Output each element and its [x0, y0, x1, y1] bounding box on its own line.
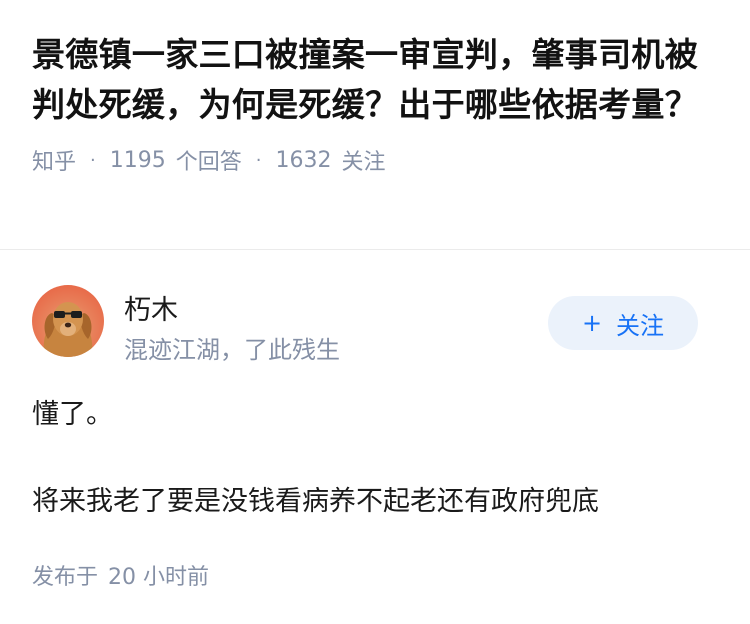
question-header: 景德镇一家三口被撞案一审宣判，肇事司机被判处死缓，为何是死缓？出于哪些依据考量？…: [0, 0, 750, 176]
author-name[interactable]: 朽木: [124, 288, 178, 327]
answer-count[interactable]: 1195: [110, 148, 166, 173]
dog-with-sunglasses-avatar-icon: [43, 302, 93, 357]
author-row: 朽木 混迹江湖，了此残生 + 关注: [0, 250, 750, 380]
answer-count-label[interactable]: 个回答: [176, 144, 242, 176]
meta-separator: ·: [255, 149, 262, 171]
answer-card: 朽木 混迹江湖，了此残生 + 关注 懂了。 将来我老了要是没钱看病养不起老还有政…: [0, 250, 750, 590]
follow-count-label[interactable]: 关注: [342, 144, 386, 176]
publish-time-value: 20 小时前: [108, 565, 210, 590]
meta-separator: ·: [90, 149, 96, 171]
source-label[interactable]: 知乎: [32, 144, 76, 176]
question-title[interactable]: 景德镇一家三口被撞案一审宣判，肇事司机被判处死缓，为何是死缓？出于哪些依据考量？: [32, 30, 720, 130]
follow-button[interactable]: + 关注: [548, 296, 698, 350]
follow-count[interactable]: 1632: [276, 148, 332, 173]
answer-paragraph: 将来我老了要是没钱看病养不起老还有政府兜底: [32, 486, 599, 517]
plus-icon: +: [581, 309, 603, 337]
follow-button-label: 关注: [616, 311, 665, 340]
question-meta: 知乎 · 1195 个回答 · 1632 关注: [32, 144, 720, 176]
answer-paragraph: 懂了。: [32, 399, 113, 430]
publish-label: 发布于: [32, 565, 99, 590]
avatar[interactable]: [32, 285, 104, 357]
author-bio: 混迹江湖，了此残生: [124, 336, 340, 364]
publish-time: 发布于 20 小时前: [32, 559, 209, 591]
